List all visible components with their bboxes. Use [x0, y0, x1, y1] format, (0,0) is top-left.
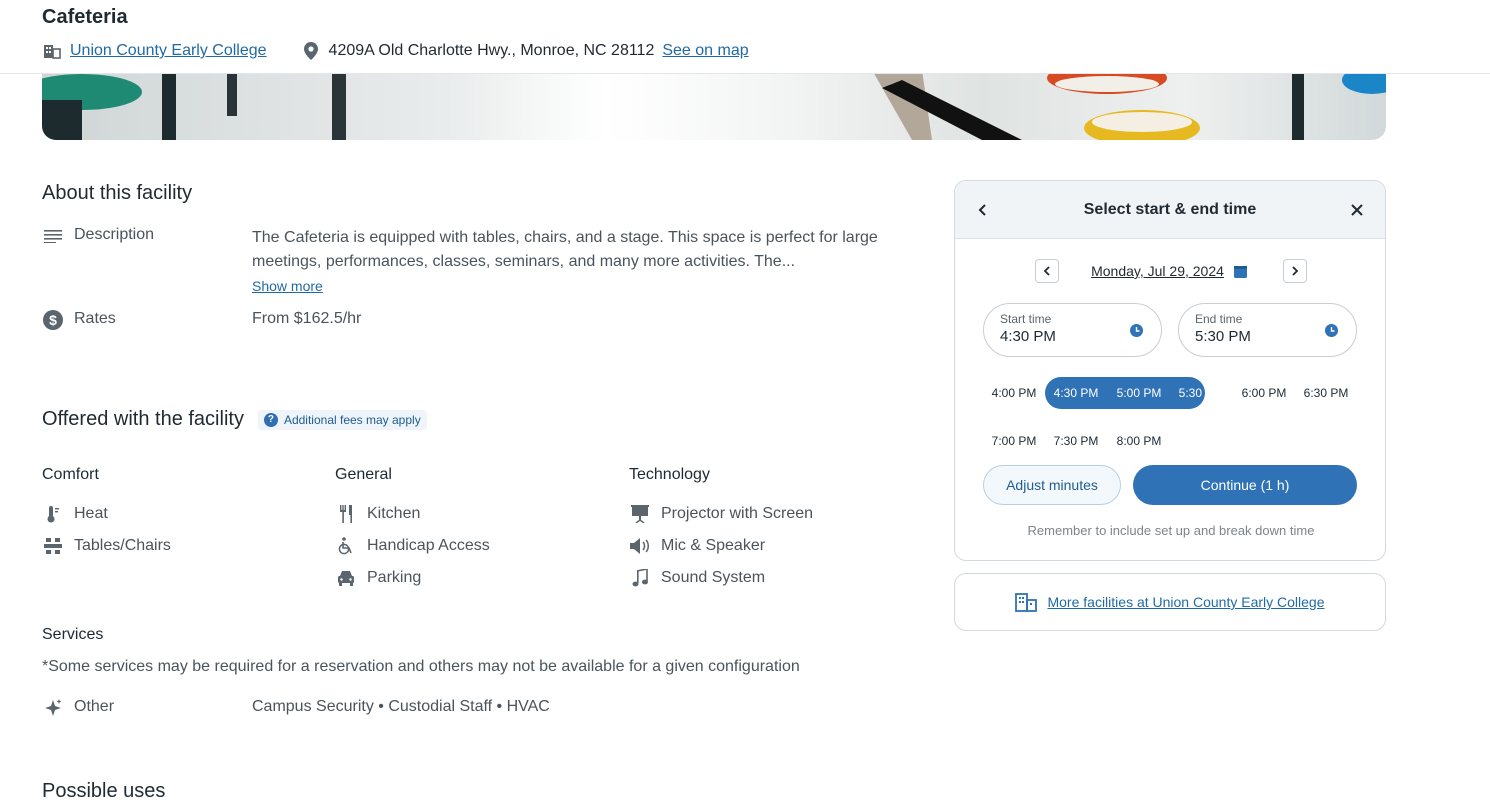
services-note: *Some services may be required for a res…	[42, 658, 800, 675]
svg-text:$: $	[49, 312, 57, 328]
time-slot[interactable]: 7:00 PM	[983, 425, 1045, 457]
date-navigator: Monday, Jul 29, 2024	[955, 259, 1385, 283]
wheelchair-icon	[335, 536, 357, 556]
building-icon	[1015, 592, 1038, 612]
sparkle-icon	[42, 698, 64, 718]
tables-chairs-icon	[42, 536, 64, 556]
facility-location-row: Union County Early College 4209A Old Cha…	[42, 40, 749, 62]
car-icon	[335, 568, 357, 588]
time-slot-selected[interactable]: 5:00 PM	[1108, 377, 1170, 409]
time-slot-selected[interactable]: 5:30 PM	[1170, 377, 1232, 409]
amenity-item: Kitchen	[335, 498, 625, 530]
question-icon: ?	[263, 412, 278, 427]
time-slot[interactable]: 6:00 PM	[1233, 377, 1295, 409]
more-facilities-card: More facilities at Union County Early Co…	[954, 573, 1386, 631]
amenity-item: Tables/Chairs	[42, 530, 332, 562]
time-picker-header: Select start & end time	[955, 181, 1385, 239]
adjust-minutes-button[interactable]: Adjust minutes	[983, 465, 1121, 505]
show-more-link[interactable]: Show more	[252, 274, 323, 298]
services-heading: Services	[42, 626, 104, 643]
possible-uses-heading: Possible uses	[42, 780, 166, 800]
offered-heading: Offered with the facility	[42, 408, 244, 430]
amenity-item: Handicap Access	[335, 530, 625, 562]
location-pin-icon	[301, 41, 321, 61]
fee-badge-text: Additional fees may apply	[283, 412, 421, 427]
fee-badge: ? Additional fees may apply	[257, 409, 427, 430]
amenity-item: Sound System	[629, 562, 919, 594]
end-time-field[interactable]: End time 5:30 PM	[1178, 303, 1357, 357]
time-slot-selected[interactable]: 4:30 PM	[1045, 377, 1107, 409]
prev-day-button[interactable]	[1035, 259, 1060, 283]
building-icon	[42, 41, 62, 61]
description-row: Description The Cafeteria is equipped wi…	[42, 226, 932, 299]
see-on-map-link[interactable]: See on map	[662, 42, 748, 60]
facility-photo	[42, 70, 1386, 140]
clock-icon	[1130, 324, 1143, 342]
more-facilities-link[interactable]: More facilities at Union County Early Co…	[1047, 594, 1324, 610]
projector-screen-icon	[629, 504, 651, 524]
clock-icon	[1325, 324, 1338, 342]
selected-date[interactable]: Monday, Jul 29, 2024	[1091, 263, 1224, 279]
comfort-column: Comfort Heat Tables/Chairs	[42, 466, 332, 562]
music-note-icon	[629, 568, 651, 588]
speaker-icon	[629, 536, 651, 556]
dollar-icon: $	[42, 310, 64, 330]
services-other-value: Campus Security • Custodial Staff • HVAC	[252, 698, 550, 715]
setup-note: Remember to include set up and break dow…	[1027, 523, 1315, 538]
description-label: Description	[74, 226, 155, 243]
page-header: Cafeteria Union County Early College 420…	[0, 0, 1490, 74]
amenity-item: Heat	[42, 498, 332, 530]
time-slot[interactable]: 7:30 PM	[1045, 425, 1107, 457]
school-link[interactable]: Union County Early College	[70, 42, 267, 60]
thermometer-icon	[42, 504, 64, 524]
offered-header: Offered with the facility ? Additional f…	[42, 408, 427, 431]
technology-heading: Technology	[629, 466, 710, 483]
facility-address: 4209A Old Charlotte Hwy., Monroe, NC 281…	[328, 42, 655, 59]
utensils-icon	[335, 504, 357, 524]
general-column: General Kitchen Handicap Access Parking	[335, 466, 625, 594]
time-slot[interactable]: 4:00 PM	[983, 377, 1045, 409]
services-other-label: Other	[74, 698, 115, 715]
about-heading: About this facility	[42, 182, 193, 204]
time-slot[interactable]: 8:00 PM	[1108, 425, 1170, 457]
calendar-icon[interactable]	[1233, 265, 1247, 278]
time-picker-panel: Select start & end time Monday, Jul 29, …	[954, 180, 1386, 561]
amenity-item: Projector with Screen	[629, 498, 919, 530]
close-icon[interactable]	[1347, 200, 1367, 220]
start-time-field[interactable]: Start time 4:30 PM	[983, 303, 1162, 357]
time-slot[interactable]: 6:30 PM	[1295, 377, 1357, 409]
rates-value: From $162.5/hr	[252, 310, 362, 327]
rates-row: $ Rates From $162.5/hr	[42, 310, 361, 330]
facility-title: Cafeteria	[42, 6, 128, 28]
general-heading: General	[335, 466, 392, 483]
next-day-button[interactable]	[1282, 259, 1307, 283]
time-picker-title: Select start & end time	[1083, 200, 1257, 218]
amenity-item: Parking	[335, 562, 625, 594]
comfort-heading: Comfort	[42, 466, 99, 483]
amenity-item: Mic & Speaker	[629, 530, 919, 562]
continue-button[interactable]: Continue (1 h)	[1133, 465, 1357, 505]
technology-column: Technology Projector with Screen Mic & S…	[629, 466, 919, 594]
description-lines-icon	[42, 226, 64, 246]
services-other-row: Other Campus Security • Custodial Staff …	[42, 698, 550, 718]
description-text: The Cafeteria is equipped with tables, c…	[252, 229, 878, 270]
back-chevron-icon[interactable]	[973, 200, 993, 220]
rates-label: Rates	[74, 310, 116, 327]
